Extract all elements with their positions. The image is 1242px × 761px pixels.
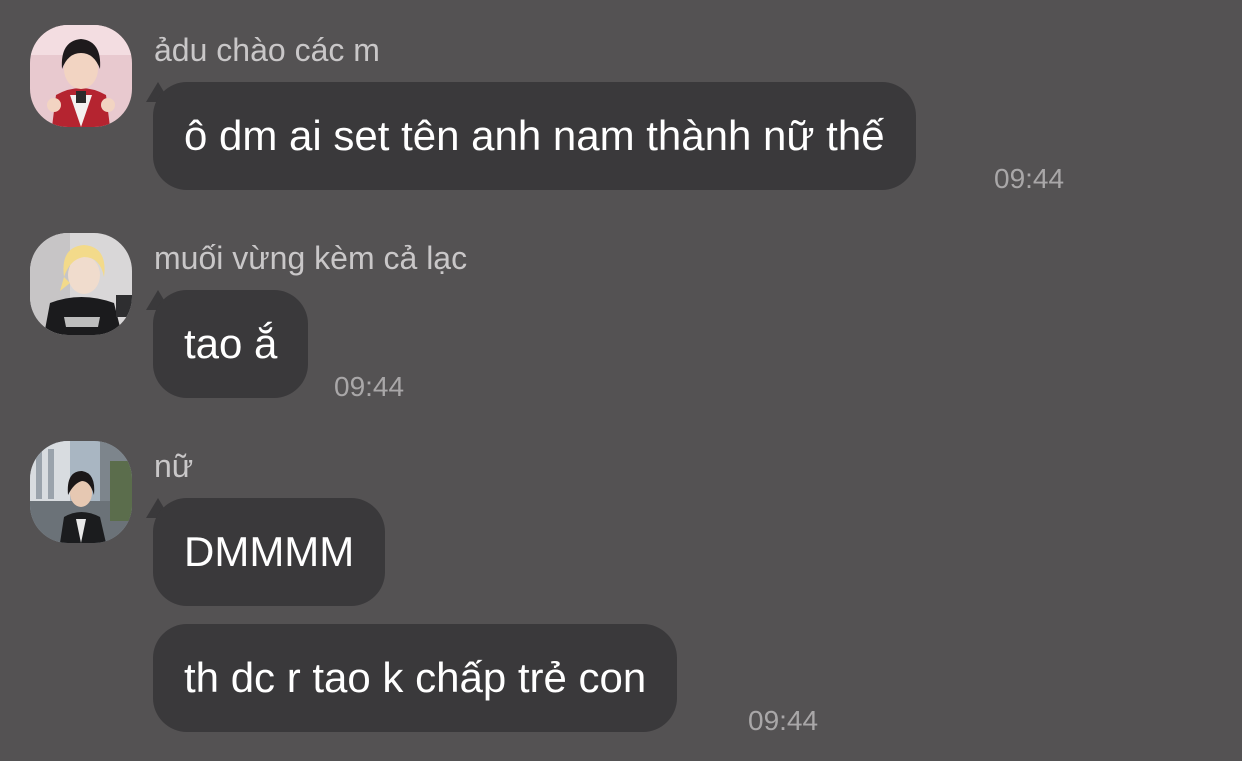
avatar[interactable] (30, 233, 132, 335)
message-bubble[interactable]: th dc r tao k chấp trẻ con (153, 624, 678, 732)
sender-name: nữ (154, 448, 194, 484)
sender-name: muối vừng kèm cả lạc (154, 240, 468, 276)
message-bubble[interactable]: DMMMM (153, 498, 386, 606)
avatar[interactable] (30, 25, 132, 127)
message-time: 09:44 (994, 163, 1065, 194)
user-avatar-icon (30, 233, 132, 335)
message-group-3: nữ DMMMM th dc r tao k chấp trẻ con 09:4… (0, 416, 1242, 761)
message-group-2: muối vừng kèm cả lạc tao ắ 09:44 (0, 208, 1242, 408)
message-bubble[interactable]: ô dm ai set tên anh nam thành nữ thế (153, 82, 916, 190)
sender-name: ảdu chào các m (154, 32, 380, 68)
avatar[interactable] (30, 441, 132, 543)
message-group-1: ảdu chào các m ô dm ai set tên anh nam t… (0, 0, 1242, 200)
user-avatar-icon (30, 441, 132, 543)
user-avatar-icon (30, 25, 132, 127)
message-time: 09:44 (334, 371, 405, 402)
message-bubble[interactable]: tao ắ (153, 290, 309, 398)
message-time: 09:44 (748, 705, 819, 736)
